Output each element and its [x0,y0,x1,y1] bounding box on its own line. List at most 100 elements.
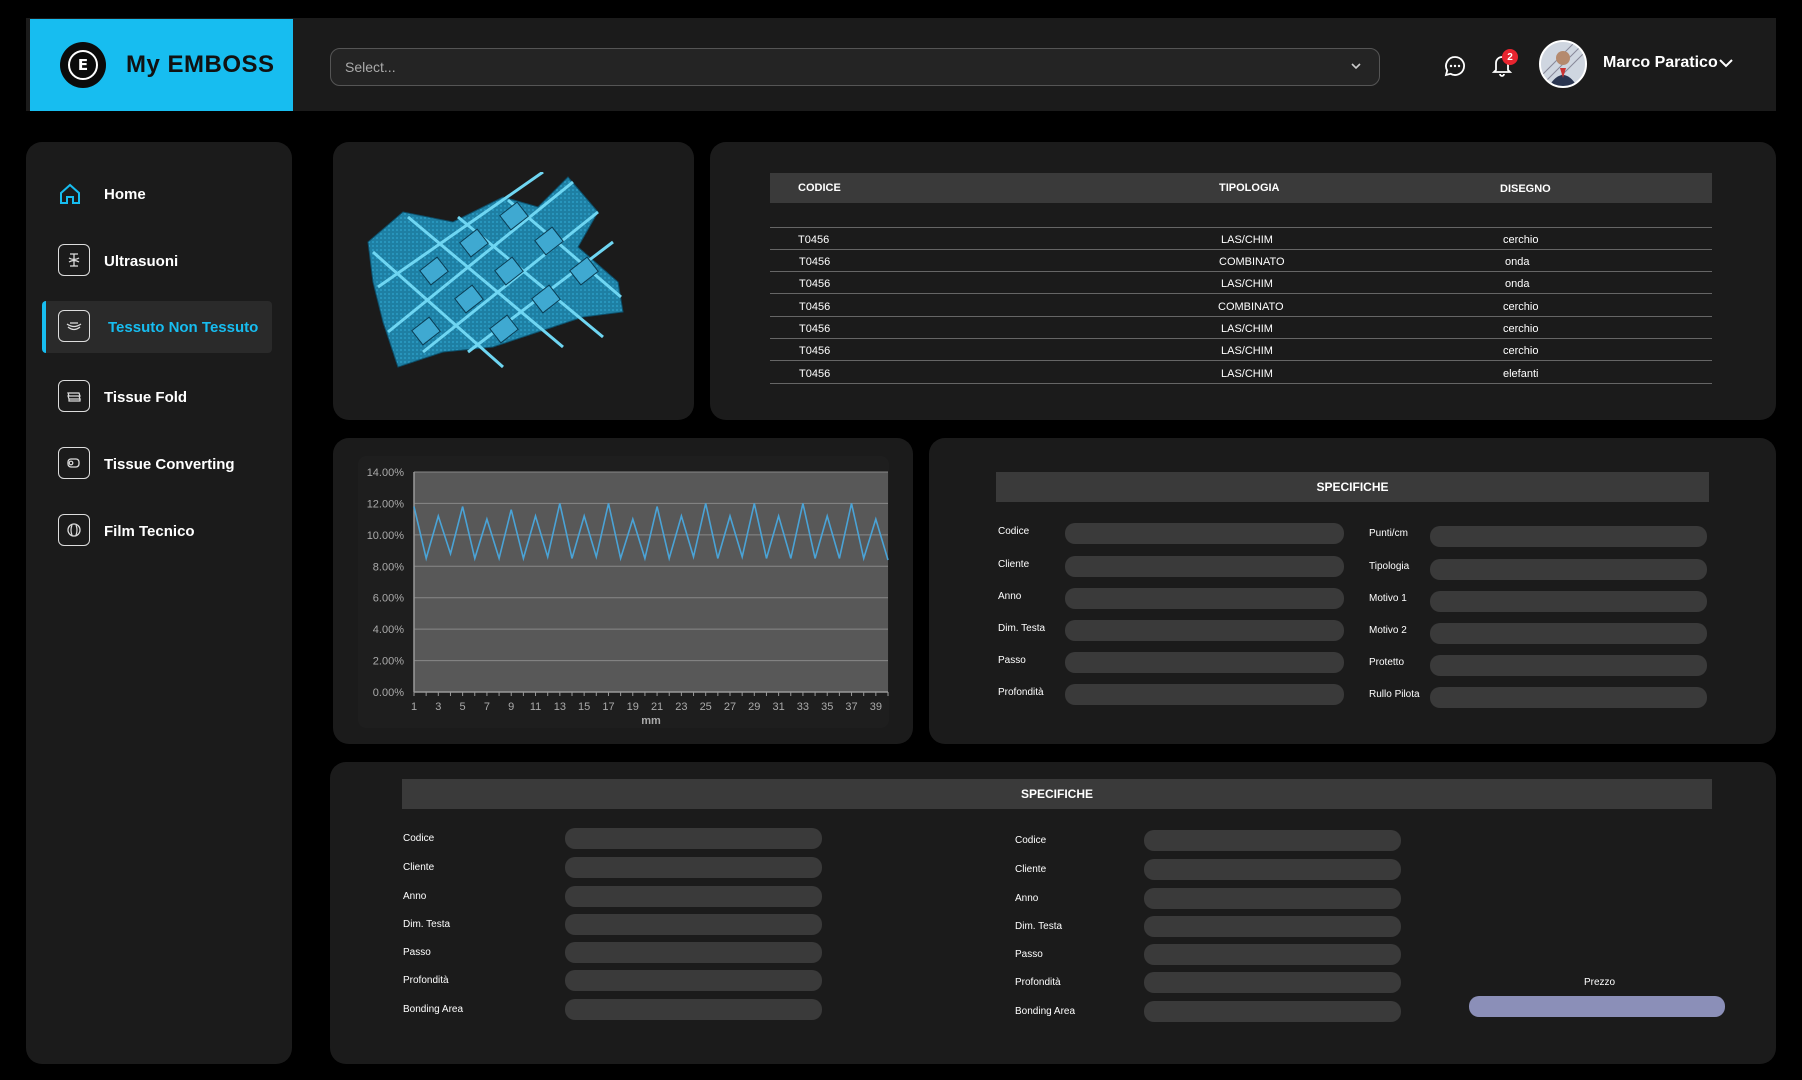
price-field[interactable] [1469,996,1725,1017]
x-tick-label: 11 [530,701,541,713]
spec-label: Anno [403,891,427,902]
spec-input[interactable] [1430,526,1707,547]
sidebar-item-tissue-fold[interactable]: Tissue Fold [42,371,272,423]
table-row[interactable]: T0456 LAS/CHIM cerchio [770,228,1712,250]
cell-codice: T0456 [799,368,831,380]
chevron-down-icon [1351,63,1361,70]
x-tick-label: 39 [870,701,882,713]
chat-icon[interactable] [1443,54,1467,78]
table-row[interactable]: T0456 LAS/CHIM elefanti [770,362,1712,384]
embossed-fabric-image [367,172,624,369]
column-header-codice[interactable]: CODICE [798,182,841,194]
sidebar-item-home[interactable]: Home [42,168,272,220]
table-row[interactable]: T0456 COMBINATO cerchio [770,295,1712,317]
cell-tipologia: LAS/CHIM [1221,345,1273,357]
sidebar-item-tissue-converting[interactable]: Tissue Converting [42,438,272,490]
x-tick-label: 33 [797,701,809,713]
column-header-disegno[interactable]: DISEGNO [1500,183,1551,195]
x-tick-label: 37 [845,701,857,713]
y-tick-label: 10.00% [367,530,405,542]
spec-label: Passo [403,947,431,958]
spec-input[interactable] [565,942,822,963]
cell-tipologia: LAS/CHIM [1221,368,1273,380]
brand-logo-letter: E [68,50,98,80]
cell-tipologia: LAS/CHIM [1221,234,1273,246]
x-tick-label: 15 [578,701,590,713]
x-tick-label: 13 [554,701,566,713]
brand-block[interactable]: E My EMBOSS [30,19,293,111]
spec-input[interactable] [1144,972,1401,993]
spec-label: Tipologia [1369,561,1410,572]
table-row[interactable]: T0456 LAS/CHIM onda [770,272,1712,294]
avatar[interactable] [1539,40,1587,88]
cell-disegno: cerchio [1503,345,1539,357]
table-row[interactable]: T0456 COMBINATO onda [770,250,1712,272]
sidebar-item-tessuto-non-tessuto[interactable]: Tessuto Non Tessuto [42,301,272,353]
spec-input[interactable] [1430,591,1707,612]
tissue-roll-icon [58,447,90,479]
spec-input[interactable] [1430,655,1707,676]
spec-label: Cliente [1015,864,1047,875]
spec-input[interactable] [1065,620,1344,641]
spec-label: Codice [998,526,1030,537]
spec-input[interactable] [1144,1001,1401,1022]
spec-input[interactable] [1144,830,1401,851]
spec-input[interactable] [565,999,822,1020]
spec-input[interactable] [1430,687,1707,708]
spec-input[interactable] [565,970,822,991]
spec-input[interactable] [1430,623,1707,644]
user-name[interactable]: Marco Paratico [1603,54,1718,72]
brand-name: My EMBOSS [126,51,275,78]
cell-disegno: cerchio [1503,234,1539,246]
y-tick-label: 0.00% [373,687,404,699]
sidebar-item-film-tecnico[interactable]: Film Tecnico [42,505,272,557]
spec-input[interactable] [1144,916,1401,937]
spec-input[interactable] [1144,944,1401,965]
spec-input[interactable] [1065,523,1344,544]
spec-label: Anno [1015,893,1039,904]
sidebar-item-ultrasuoni[interactable]: Ultrasuoni [42,235,272,287]
spec-input[interactable] [1430,559,1707,580]
x-tick-label: 19 [627,701,639,713]
spec-label: Passo [998,655,1026,666]
spec-input[interactable] [565,886,822,907]
y-tick-label: 6.00% [373,593,404,605]
spec-input[interactable] [1065,652,1344,673]
x-tick-label: 3 [435,701,441,713]
spec-label: Bonding Area [403,1004,464,1015]
spec-label: Codice [1015,835,1047,846]
table-row[interactable]: T0456 LAS/CHIM cerchio [770,339,1712,361]
y-tick-label: 14.00% [367,467,405,479]
y-tick-label: 12.00% [367,498,405,510]
film-icon [58,514,90,546]
main-select[interactable]: Select... [330,48,1380,86]
spec-input[interactable] [565,857,822,878]
spec-input[interactable] [1065,588,1344,609]
spec-label: Codice [403,833,435,844]
spec-input[interactable] [1144,859,1401,880]
spec-input[interactable] [565,914,822,935]
cell-tipologia: LAS/CHIM [1221,323,1273,335]
x-axis-label: mm [641,715,661,727]
y-tick-label: 2.00% [373,656,404,668]
cell-codice: T0456 [799,278,831,290]
spec-input[interactable] [1065,684,1344,705]
x-tick-label: 9 [508,701,514,713]
spec-input[interactable] [1065,556,1344,577]
table-row[interactable]: T0456 LAS/CHIM cerchio [770,317,1712,339]
column-header-tipologia[interactable]: TIPOLOGIA [1219,182,1280,194]
specs-bottom-title: SPECIFICHE [402,779,1712,809]
chevron-down-icon[interactable] [1718,57,1734,69]
table-header: CODICE TIPOLOGIA DISEGNO [770,173,1712,203]
x-tick-label: 31 [772,701,784,713]
x-tick-label: 21 [651,701,663,713]
home-icon [60,183,80,204]
spec-label: Punti/cm [1369,528,1408,539]
line-chart: 0.00% 2.00% 4.00% 6.00% 8.00% 10.00% 12.00% 14.… [358,456,889,728]
spec-input[interactable] [565,828,822,849]
cell-disegno: onda [1505,256,1530,268]
spec-input[interactable] [1144,888,1401,909]
sidebar: Home Ultrasuoni Tessuto Non Tessuto Tiss… [26,142,292,1064]
x-tick-label: 1 [411,701,417,713]
spec-label: Cliente [998,559,1030,570]
